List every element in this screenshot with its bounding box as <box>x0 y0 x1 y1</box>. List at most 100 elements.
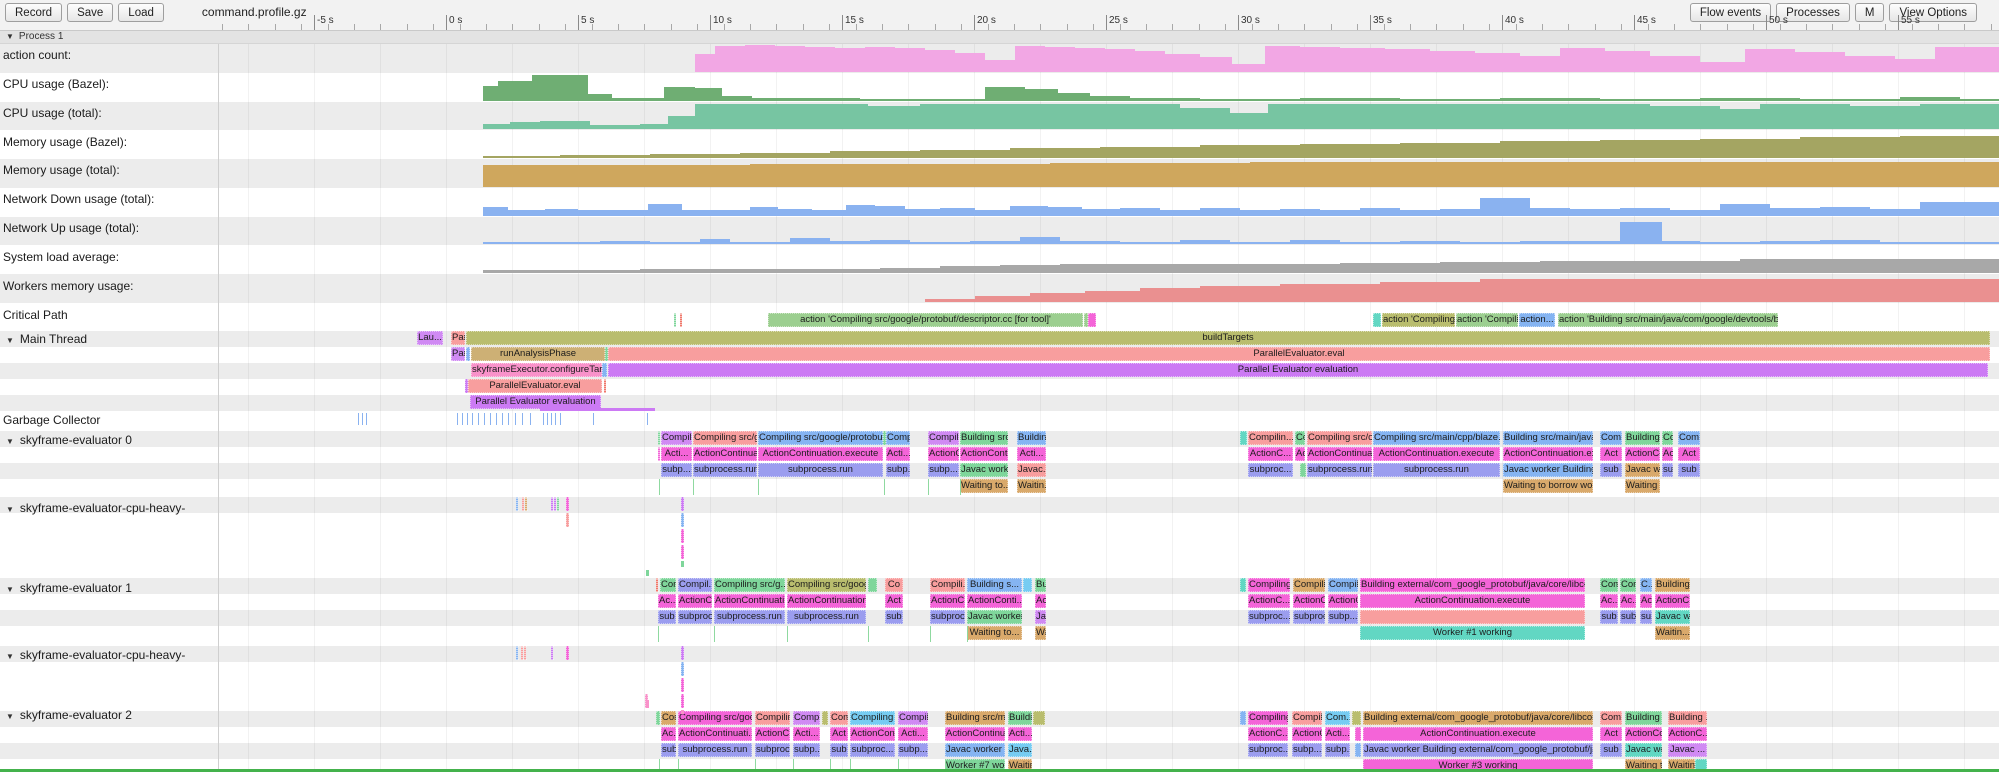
memory-usage-bazel-bar[interactable] <box>560 155 650 158</box>
action-count-bar[interactable] <box>925 50 955 72</box>
skyframe-evaluator-0-span[interactable]: sub <box>1662 463 1673 477</box>
skyframe-evaluator-2-span[interactable]: Act <box>1600 727 1622 741</box>
network-down-usage-bar[interactable] <box>682 210 716 216</box>
track-label-main-thread[interactable]: ▼Main Thread <box>0 331 216 347</box>
action-count-bar[interactable] <box>1200 57 1232 72</box>
cpu-usage-total-bar[interactable] <box>1450 104 1550 129</box>
network-up-usage-bar[interactable] <box>650 242 700 244</box>
collapse-caret-icon[interactable]: ▼ <box>6 336 14 345</box>
skyframe-evaluator-1-span[interactable]: Javac wo... <box>1655 610 1690 624</box>
network-up-usage-bar[interactable] <box>1662 241 1700 244</box>
memory-usage-bazel-bar[interactable] <box>830 151 920 158</box>
skyframe-evaluator-0-span[interactable]: Act <box>1662 447 1673 461</box>
skyframe-evaluator-cpu-heavy-1-span[interactable] <box>566 513 569 527</box>
network-up-usage-bar[interactable] <box>1620 222 1662 244</box>
track-label-skyframe-evaluator-cpu-heavy[interactable]: ▼skyframe-evaluator-cpu-heavy- <box>0 500 216 516</box>
skyframe-evaluator-0-span[interactable]: ActionC... <box>1248 447 1293 461</box>
skyframe-evaluator-1-span[interactable]: Building external/com_google_protobuf/ja… <box>1360 578 1585 592</box>
memory-usage-total-bar[interactable] <box>1050 163 1250 187</box>
skyframe-evaluator-0-span[interactable]: ActionContinuati... <box>1307 447 1372 461</box>
main-thread-span[interactable]: Parallel Evaluator evaluation <box>608 363 1988 377</box>
track-label-skyframe-evaluator-2[interactable]: ▼skyframe-evaluator 2 <box>0 707 216 723</box>
skyframe-evaluator-1-span[interactable]: Ac... <box>1600 594 1618 608</box>
cpu-heavy-event-tick[interactable] <box>681 561 684 567</box>
action-count-bar[interactable] <box>1340 48 1385 72</box>
collapse-caret-icon[interactable]: ▼ <box>6 437 14 446</box>
skyframe-evaluator-1-span[interactable]: ActionC... <box>678 594 712 608</box>
skyframe-evaluator-1-span[interactable]: Wai... <box>1035 626 1046 640</box>
skyframe-evaluator-2-span[interactable]: ActionC... <box>1248 727 1288 741</box>
cpu-usage-bazel-bar[interactable] <box>588 94 612 101</box>
network-up-usage-bar[interactable] <box>730 242 790 244</box>
skyframe-evaluator-cpu-heavy-2-span[interactable] <box>551 646 553 660</box>
memory-usage-total-bar[interactable] <box>1250 162 1500 187</box>
skyframe-evaluator-0-span[interactable]: Waitin... <box>1017 479 1046 493</box>
action-count-bar[interactable] <box>865 47 895 72</box>
network-down-usage-bar[interactable] <box>1360 208 1400 216</box>
skyframe-evaluator-0-span[interactable]: ActionConti... <box>1625 447 1660 461</box>
skyframe-evaluator-1-span[interactable] <box>1240 578 1246 592</box>
cpu-usage-total-bar[interactable] <box>1760 104 1850 129</box>
cpu-usage-total-bar[interactable] <box>1550 104 1650 129</box>
network-down-usage-bar[interactable] <box>716 210 750 216</box>
network-up-usage-bar[interactable] <box>483 242 540 244</box>
cpu-usage-total-bar[interactable] <box>1720 109 1760 129</box>
action-count-bar[interactable] <box>1430 51 1475 72</box>
save-button[interactable]: Save <box>67 3 113 22</box>
memory-usage-bazel-bar[interactable] <box>1100 147 1200 158</box>
track-label-skyframe-evaluator-1[interactable]: ▼skyframe-evaluator 1 <box>0 580 216 596</box>
network-up-usage-bar[interactable] <box>600 241 650 244</box>
cpu-usage-total-bar[interactable] <box>1100 104 1180 129</box>
skyframe-evaluator-0-span[interactable]: Co <box>1295 431 1305 445</box>
gc-event-tick[interactable] <box>530 413 531 425</box>
system-load-average-bar[interactable] <box>1140 264 1240 273</box>
action-count-bar[interactable] <box>1795 52 1845 72</box>
skyframe-evaluator-1-span[interactable] <box>656 578 658 592</box>
network-down-usage-bar[interactable] <box>1010 206 1048 216</box>
skyframe-evaluator-cpu-heavy-1-span[interactable] <box>681 545 684 559</box>
network-up-usage-bar[interactable] <box>1400 241 1460 244</box>
network-down-usage-bar[interactable] <box>1400 210 1440 216</box>
skyframe-evaluator-1-span[interactable]: ActionContinuati... <box>714 594 785 608</box>
skyframe-evaluator-1-span[interactable]: Ac... <box>1620 594 1636 608</box>
cpu-usage-total-bar[interactable] <box>868 106 920 129</box>
skyframe-evaluator-2-span[interactable]: sub <box>830 743 848 757</box>
system-load-average-bar[interactable] <box>1240 264 1340 273</box>
skyframe-evaluator-1-span[interactable]: Com <box>1620 578 1636 592</box>
network-up-usage-bar[interactable] <box>870 240 910 244</box>
cpu-usage-total-bar[interactable] <box>640 124 668 129</box>
skyframe-evaluator-1-span[interactable]: subprocess.run <box>787 610 866 624</box>
gc-event-tick[interactable] <box>490 413 491 425</box>
network-down-usage-bar[interactable] <box>1670 210 1720 216</box>
system-load-average-bar[interactable] <box>560 270 640 273</box>
network-up-usage-bar[interactable] <box>970 241 1020 244</box>
network-up-usage-bar[interactable] <box>1820 240 1880 244</box>
skyframe-evaluator-2-span[interactable]: Javac worker... <box>1625 743 1662 757</box>
skyframe-evaluator-0-span[interactable]: Compiling src/google/protobuf/generat... <box>758 431 883 445</box>
skyframe-evaluator-1-span[interactable]: subprocess.run <box>714 610 785 624</box>
skyframe-evaluator-1-span[interactable]: subproc... <box>678 610 712 624</box>
skyframe-evaluator-cpu-heavy-1-span[interactable] <box>681 529 684 543</box>
action-count-bar[interactable] <box>1045 47 1075 72</box>
memory-usage-bazel-bar[interactable] <box>740 153 830 158</box>
cpu-usage-total-bar[interactable] <box>483 124 510 129</box>
skyframe-evaluator-1-span[interactable]: Act <box>885 594 903 608</box>
system-load-average-bar[interactable] <box>880 268 940 273</box>
skyframe-evaluator-0-span[interactable]: Act <box>1295 447 1305 461</box>
skyframe-evaluator-1-span[interactable] <box>1360 610 1585 624</box>
track-label-skyframe-evaluator-0[interactable]: ▼skyframe-evaluator 0 <box>0 432 216 448</box>
network-up-usage-bar[interactable] <box>540 242 600 244</box>
cpu-usage-bazel-bar[interactable] <box>1300 98 1400 101</box>
cpu-usage-bazel-bar[interactable] <box>1090 96 1130 101</box>
cpu-usage-total-bar[interactable] <box>750 104 800 129</box>
memory-usage-total-bar[interactable] <box>600 165 750 187</box>
skyframe-evaluator-cpu-heavy-2-span[interactable] <box>681 662 684 676</box>
cpu-usage-total-bar[interactable] <box>1350 104 1450 129</box>
network-down-usage-bar[interactable] <box>750 207 778 216</box>
network-down-usage-bar[interactable] <box>1480 198 1530 216</box>
main-thread-span[interactable] <box>466 347 470 361</box>
skyframe-evaluator-2-span[interactable]: Com <box>830 711 848 725</box>
gc-event-tick[interactable] <box>478 413 479 425</box>
skyframe-evaluator-0-span[interactable]: Com <box>1600 431 1622 445</box>
skyframe-evaluator-2-span[interactable]: Java... <box>1008 743 1032 757</box>
